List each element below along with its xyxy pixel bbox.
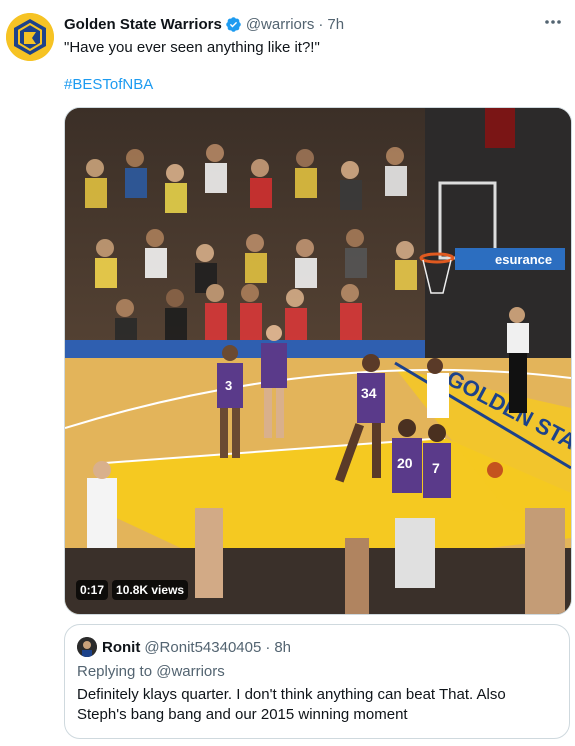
player-jersey-number: 20 [397, 455, 413, 471]
quote-text: Definitely klays quarter. I don't think … [77, 686, 506, 723]
verified-badge-icon [225, 16, 242, 33]
replying-to-text: Replying to @warriors [77, 663, 225, 680]
quote-timestamp[interactable]: 8h [274, 639, 291, 656]
quote-author-name[interactable]: Ronit [102, 639, 140, 656]
warriors-logo-icon [6, 13, 54, 61]
video-player[interactable]: esurance GOLDEN STATE 3 34 20 7 [64, 107, 572, 615]
author-avatar[interactable] [6, 13, 54, 61]
quoted-reply-card[interactable]: Ronit @Ronit54340405 · 8h Replying to @w… [64, 624, 570, 739]
author-name[interactable]: Golden State Warriors [64, 16, 222, 33]
tweet-header: Golden State Warriors @warriors · 7h [64, 14, 344, 34]
more-icon[interactable] [543, 12, 563, 32]
video-meta: 0:17 10.8K views [76, 580, 189, 600]
quote-header: Ronit @Ronit54340405 · 8h [77, 637, 291, 657]
quote-author-avatar[interactable] [77, 637, 97, 657]
separator-dot: · [265, 638, 271, 656]
video-duration: 0:17 [76, 580, 109, 600]
video-view-count: 10.8K views [112, 580, 189, 600]
separator-dot: · [318, 15, 324, 33]
arena-banner-text: esurance [495, 252, 552, 267]
basketball [487, 462, 503, 478]
player-jersey-number: 7 [432, 460, 440, 476]
author-handle[interactable]: @warriors [246, 16, 315, 33]
quote-author-handle[interactable]: @Ronit54340405 [144, 639, 261, 656]
tweet-timestamp[interactable]: 7h [327, 16, 344, 33]
hashtag-link[interactable]: #BESTofNBA [64, 76, 153, 93]
player-jersey-number: 34 [361, 385, 377, 401]
player-jersey-number: 3 [225, 378, 232, 393]
tweet-text: "Have you ever seen anything like it?!" [64, 39, 320, 56]
video-thumbnail: esurance GOLDEN STATE 3 34 20 7 [65, 108, 571, 614]
